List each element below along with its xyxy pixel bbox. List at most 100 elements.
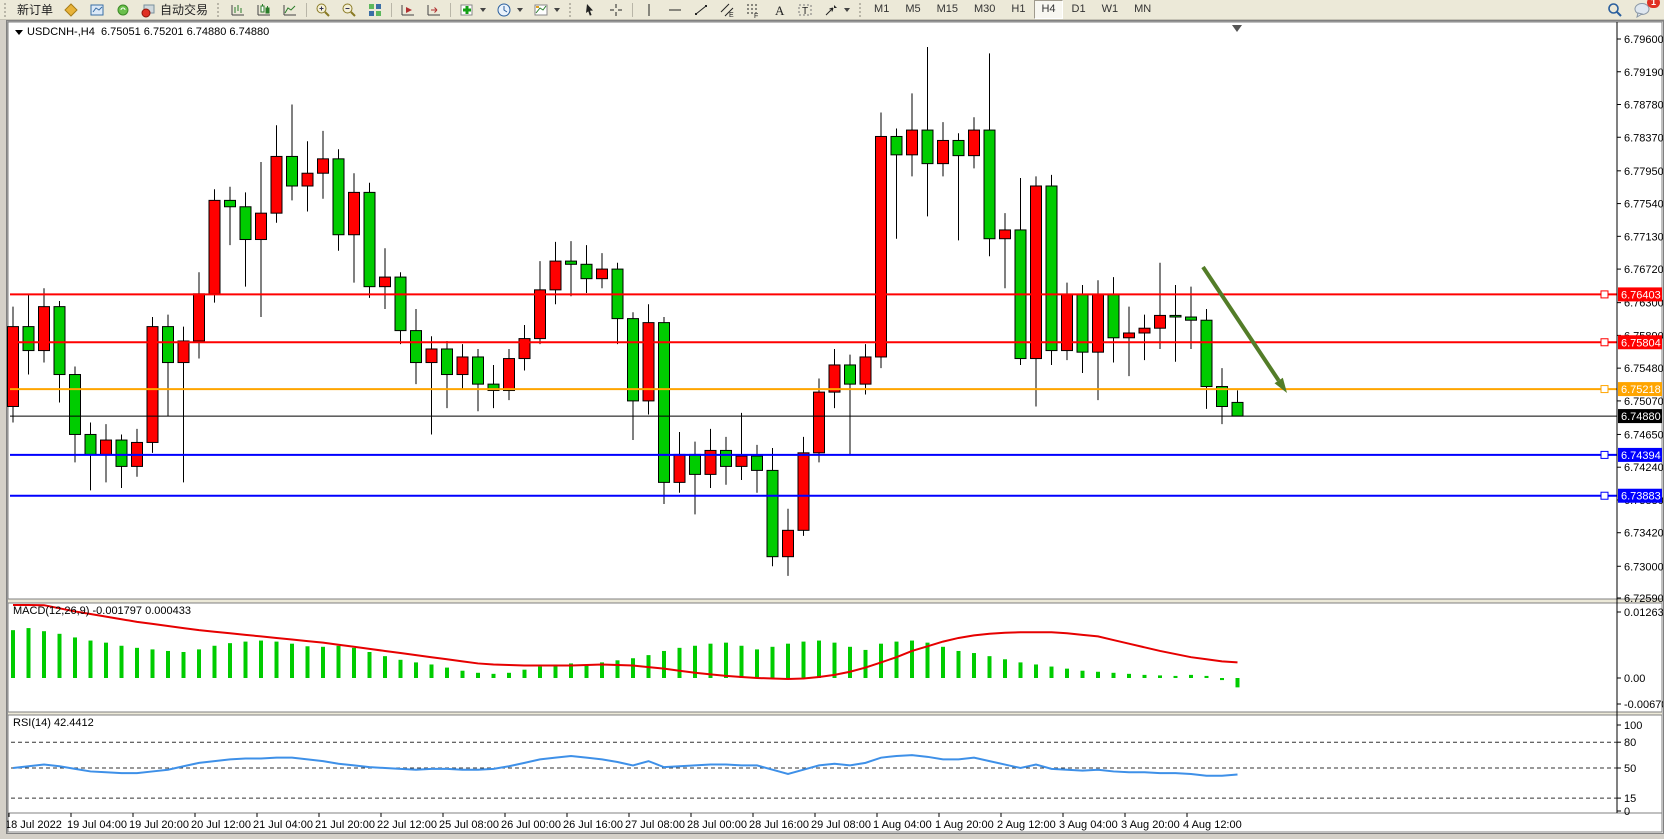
text-button[interactable]: A — [766, 0, 792, 20]
pane-separator[interactable] — [8, 599, 1662, 603]
timeframe-toolbar: M1M5M15M30H1H4D1W1MN — [867, 0, 1158, 19]
macd-bar — [228, 643, 232, 678]
rsi-label: RSI(14) 42.4412 — [13, 717, 94, 729]
macd-bar — [848, 647, 852, 678]
templates-button[interactable] — [528, 0, 565, 20]
vertical-line-icon — [641, 2, 657, 18]
trendline-button[interactable] — [688, 0, 714, 20]
candle-body — [783, 530, 794, 556]
macd-bar — [740, 646, 744, 678]
macd-bar — [182, 652, 186, 678]
macd-bar — [58, 634, 62, 678]
cursor-icon — [582, 2, 598, 18]
candle-body — [1124, 333, 1135, 338]
signal-button[interactable] — [110, 0, 136, 20]
horizontal-line-icon — [667, 2, 683, 18]
toolbar-grip[interactable] — [217, 3, 223, 17]
chart-canvas[interactable]: 6.796006.791906.787806.783706.779506.775… — [7, 21, 1663, 833]
chart-window-button[interactable] — [84, 0, 110, 20]
timeframe-m30[interactable]: M30 — [967, 0, 1002, 19]
symbol-dropdown-icon[interactable] — [15, 30, 23, 35]
time-axis-label: 25 Jul 08:00 — [439, 819, 499, 831]
timeframe-w1[interactable]: W1 — [1095, 0, 1126, 19]
macd-bar — [104, 643, 108, 678]
text-icon: A — [771, 2, 787, 18]
macd-bar — [864, 650, 868, 678]
vertical-line-button[interactable] — [636, 0, 662, 20]
chart-shift-button[interactable] — [421, 0, 447, 20]
text-label-button[interactable]: T — [792, 0, 818, 20]
candle-body — [938, 140, 949, 163]
macd-bar — [879, 644, 883, 678]
candle-body — [70, 375, 81, 435]
line-handle[interactable] — [1601, 386, 1608, 393]
macd-bar — [616, 660, 620, 678]
timeframe-h1[interactable]: H1 — [1004, 0, 1032, 19]
candle-body — [1232, 402, 1243, 416]
timeframe-m15[interactable]: M15 — [930, 0, 965, 19]
fibonacci-button[interactable]: F — [740, 0, 766, 20]
zoom-in-button[interactable] — [310, 0, 336, 20]
price-tick-label: 6.74240 — [1624, 462, 1663, 474]
macd-bar — [709, 644, 713, 678]
line-handle[interactable] — [1601, 291, 1608, 298]
periods-button[interactable] — [491, 0, 528, 20]
time-axis-label: 28 Jul 00:00 — [687, 819, 747, 831]
line-chart-button[interactable] — [277, 0, 303, 20]
candlestick-chart-button[interactable] — [251, 0, 277, 20]
svg-text:F: F — [754, 13, 758, 18]
candle-body — [659, 323, 670, 483]
line-handle[interactable] — [1601, 492, 1608, 499]
notifications-button[interactable]: 1 — [1628, 0, 1656, 20]
market-watch-icon[interactable] — [58, 0, 84, 20]
crosshair-button[interactable] — [603, 0, 629, 20]
candle-body — [1186, 317, 1197, 320]
chart-quote-ohlc: 6.75051 6.75201 6.74880 6.74880 — [101, 26, 269, 38]
auto-trading-icon — [141, 2, 157, 18]
toolbar-grip[interactable] — [859, 3, 865, 17]
indicators-button[interactable] — [454, 0, 491, 20]
arrows-button[interactable] — [818, 0, 855, 20]
rsi-axis-label: 80 — [1624, 737, 1636, 749]
gold-diamond-icon — [63, 2, 79, 18]
toolbar-grip[interactable] — [569, 3, 575, 17]
bar-chart-button[interactable] — [225, 0, 251, 20]
macd-bar — [213, 646, 217, 678]
new-order-button[interactable]: 新订单 — [12, 0, 58, 20]
macd-bar — [802, 642, 806, 678]
price-badge-label: 6.75218 — [1621, 384, 1661, 396]
time-axis-label: 26 Jul 16:00 — [563, 819, 623, 831]
macd-bar — [585, 664, 589, 678]
candle-body — [333, 159, 344, 235]
macd-bar — [1205, 676, 1209, 678]
macd-bar — [1220, 678, 1224, 680]
timeframe-m5[interactable]: M5 — [898, 0, 927, 19]
horizontal-line-button[interactable] — [662, 0, 688, 20]
macd-bar — [678, 648, 682, 678]
timeframe-d1[interactable]: D1 — [1065, 0, 1093, 19]
equidistant-channel-button[interactable]: E — [714, 0, 740, 20]
macd-bar — [337, 646, 341, 678]
candle-body — [426, 349, 437, 363]
tile-windows-button[interactable] — [362, 0, 388, 20]
toolbar-grip[interactable] — [4, 3, 10, 17]
price-badge-label: 6.75804 — [1621, 337, 1661, 349]
price-tick-label: 6.78780 — [1624, 100, 1663, 112]
price-badge-label: 6.76403 — [1621, 289, 1661, 301]
auto-trading-label: 自动交易 — [160, 1, 208, 18]
zoom-in-icon — [315, 2, 331, 18]
chart-title[interactable]: USDCNH-,H4 6.75051 6.75201 6.74880 6.748… — [15, 26, 269, 38]
candle-body — [1108, 295, 1119, 338]
line-handle[interactable] — [1601, 339, 1608, 346]
line-handle[interactable] — [1601, 451, 1608, 458]
timeframe-h4[interactable]: H4 — [1034, 0, 1062, 19]
search-button[interactable] — [1602, 0, 1628, 20]
auto-scroll-button[interactable] — [395, 0, 421, 20]
cursor-button[interactable] — [577, 0, 603, 20]
auto-trading-button[interactable]: 自动交易 — [136, 0, 213, 20]
timeframe-mn[interactable]: MN — [1127, 0, 1158, 19]
macd-bar — [1174, 676, 1178, 678]
macd-bar — [290, 644, 294, 678]
timeframe-m1[interactable]: M1 — [867, 0, 896, 19]
zoom-out-button[interactable] — [336, 0, 362, 20]
